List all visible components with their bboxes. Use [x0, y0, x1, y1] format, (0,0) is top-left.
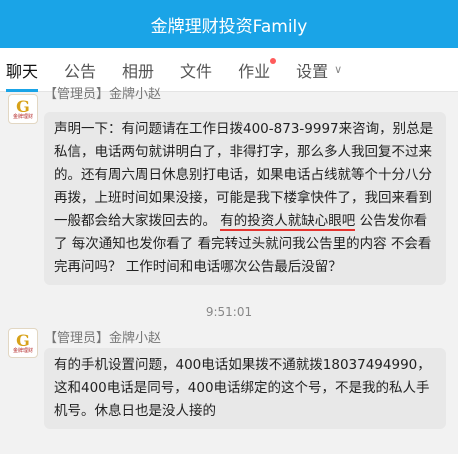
message-bubble[interactable]: 有的手机设置问题，400电话如果拨不通就拨18037494990，这和400电话…	[44, 348, 446, 429]
avatar[interactable]: G 金牌理财	[8, 94, 38, 124]
chevron-down-icon: ∨	[334, 63, 343, 76]
message-sender: 【管理员】金牌小赵	[44, 87, 162, 102]
message-timestamp: 9:51:01	[205, 305, 253, 319]
chat-area[interactable]: G 金牌理财 【管理员】金牌小赵 声明一下：有问题请在工作日拨400-873-9…	[0, 87, 458, 454]
message-sender: 【管理员】金牌小赵	[44, 331, 162, 346]
unread-badge	[270, 57, 277, 64]
tab-files[interactable]: 文件	[180, 48, 212, 92]
group-title-bar: 金牌理财投资Family	[0, 0, 458, 48]
tab-homework[interactable]: 作业	[238, 48, 277, 92]
message-text: 有的手机设置问题，400电话如果拨不通就拨18037494990，这和400电话…	[54, 357, 431, 419]
highlighted-text: 有的投资人就缺心眼吧	[220, 213, 356, 231]
avatar[interactable]: G 金牌理财	[8, 328, 38, 358]
group-title: 金牌理财投资Family	[150, 16, 308, 37]
message-bubble[interactable]: 声明一下：有问题请在工作日拨400-873-9997来咨询，别总是私信，电话两句…	[44, 112, 446, 285]
tab-settings[interactable]: 设置 ∨	[296, 48, 342, 92]
tab-chat[interactable]: 聊天	[6, 48, 39, 92]
